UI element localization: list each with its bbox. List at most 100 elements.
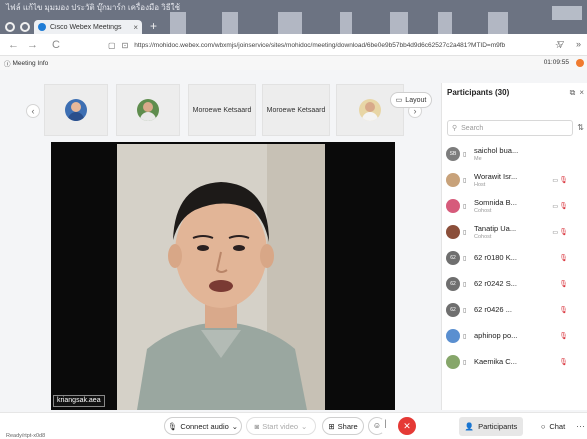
mic-muted-icon[interactable]: 🎙 bbox=[559, 228, 568, 236]
mic-muted-icon[interactable]: 🎙 bbox=[559, 280, 568, 288]
participant-row[interactable]: 62 ▯ 62 r0426 ... 🎙 bbox=[446, 297, 584, 323]
share-button[interactable]: ⊞ Share bbox=[322, 417, 364, 435]
participant-row[interactable]: SB ▯ saichol bua... Me bbox=[446, 141, 584, 167]
participant-text: 62 r0242 S... bbox=[474, 279, 544, 289]
background-bar bbox=[278, 12, 302, 34]
tab-title: Cisco Webex Meetings bbox=[50, 23, 122, 31]
meeting-info-label[interactable]: Meeting Info bbox=[13, 60, 49, 67]
camera-icon: ▭ bbox=[552, 177, 558, 184]
forward-button[interactable]: → bbox=[27, 39, 38, 51]
participant-name: Tanatip Ua... bbox=[474, 224, 517, 233]
tile-name: Moroewe Ketsaard bbox=[192, 106, 252, 114]
filmstrip-tile[interactable]: Moroewe Ketsaard bbox=[262, 84, 330, 136]
mic-muted-icon[interactable]: 🎙 bbox=[559, 306, 568, 314]
browser-tab-strip: ไฟล์ แก้ไข มุมมอง ประวัติ บุ๊กมาร์ก เครื… bbox=[0, 0, 587, 34]
participant-text: Kaemika C... bbox=[474, 357, 544, 367]
url-field[interactable]: ▢ ⊡ https://mohidoc.webex.com/wbxmjs/joi… bbox=[108, 38, 563, 52]
start-video-button[interactable]: ◙ Start video ⌄ bbox=[246, 417, 316, 435]
browser-menu-text[interactable]: ไฟล์ แก้ไข มุมมอง ประวัติ บุ๊กมาร์ก เครื… bbox=[6, 1, 180, 14]
participant-avatar bbox=[359, 99, 381, 121]
mic-muted-icon[interactable]: 🎙 bbox=[559, 202, 568, 210]
device-icon: ▯ bbox=[463, 281, 467, 288]
device-icon: ▯ bbox=[463, 151, 467, 158]
mic-muted-icon[interactable]: 🎙 bbox=[559, 176, 568, 184]
new-tab-button[interactable]: + bbox=[150, 19, 157, 33]
participant-row[interactable]: 62 ▯ 62 r0242 S... 🎙 bbox=[446, 271, 584, 297]
background-bar bbox=[340, 12, 352, 34]
status-text: Ready/rtpt-x0d8 bbox=[6, 433, 46, 439]
participant-row[interactable]: ▯ Kaemika C... 🎙 bbox=[446, 349, 584, 375]
mic-muted-icon[interactable]: 🎙 bbox=[559, 358, 568, 366]
chat-icon: ○ bbox=[540, 422, 546, 431]
info-icon[interactable]: ⓘ bbox=[4, 58, 11, 68]
participant-row[interactable]: ▯ Tanatip Ua... Cohost ▭ 🎙 bbox=[446, 219, 584, 245]
panel-title: Participants (30) bbox=[447, 88, 510, 97]
participant-name: Kaemika C... bbox=[474, 357, 517, 366]
chevron-down-icon: ⌄ bbox=[301, 421, 308, 431]
participant-name: Worawit Isr... bbox=[474, 172, 518, 181]
participant-row[interactable]: 62 ▯ 62 r0180 K... 🎙 bbox=[446, 245, 584, 271]
participant-name: aphinop po... bbox=[474, 331, 518, 340]
participant-name: 62 r0242 S... bbox=[474, 279, 517, 288]
chat-label: Chat bbox=[549, 422, 566, 431]
address-bar: ← → C ▢ ⊡ https://mohidoc.webex.com/wbxm… bbox=[0, 34, 587, 56]
layout-button[interactable]: ▭ Layout bbox=[390, 92, 432, 108]
meeting-info-bar: ⓘ Meeting Info 01:09:55 bbox=[0, 56, 587, 70]
pocket-icon[interactable]: ▽ bbox=[557, 39, 564, 50]
tile-name: Moroewe Ketsaard bbox=[266, 106, 326, 114]
participant-avatar bbox=[137, 99, 159, 121]
search-placeholder: Search bbox=[461, 124, 484, 132]
start-video-label: Start video bbox=[262, 421, 299, 431]
webex-favicon-icon bbox=[38, 23, 46, 31]
participant-row[interactable]: ▯ Worawit Isr... Host ▭ 🎙 bbox=[446, 167, 584, 193]
overflow-icon[interactable]: » bbox=[576, 39, 581, 50]
participant-avatar: 62 bbox=[446, 251, 460, 265]
layout-icon: ▭ bbox=[395, 97, 403, 104]
participant-search-input[interactable]: ⚲ Search bbox=[447, 120, 573, 136]
meeting-timer: 01:09:55 bbox=[543, 59, 569, 66]
participant-avatar: 62 bbox=[446, 277, 460, 291]
filmstrip-tile[interactable] bbox=[116, 84, 180, 136]
participant-role: Me bbox=[474, 156, 482, 162]
participant-avatar bbox=[446, 355, 460, 369]
camera-icon: ▭ bbox=[552, 203, 558, 210]
reload-button[interactable]: C bbox=[52, 39, 60, 51]
popout-icon[interactable]: ⧉ bbox=[570, 88, 576, 98]
filmstrip-prev-button[interactable]: ‹ bbox=[26, 104, 40, 118]
device-icon: ▯ bbox=[463, 203, 467, 210]
panel-controls: ⧉ × bbox=[570, 88, 584, 98]
device-icon: ▯ bbox=[463, 359, 467, 366]
filmstrip-tile[interactable]: Moroewe Ketsaard bbox=[188, 84, 256, 136]
connect-audio-button[interactable]: 🎙 Connect audio ⌄ bbox=[164, 417, 242, 435]
filmstrip-tile[interactable] bbox=[44, 84, 108, 136]
window-control-icon[interactable] bbox=[20, 22, 30, 32]
participants-button[interactable]: 👤 Participants bbox=[459, 417, 523, 436]
layout-label: Layout bbox=[405, 96, 427, 104]
close-icon[interactable]: × bbox=[579, 88, 584, 98]
mic-muted-icon[interactable]: 🎙 bbox=[559, 332, 568, 340]
background-bar bbox=[438, 12, 452, 34]
meeting-toolbar: Ready/rtpt-x0d8 🎙 Connect audio ⌄ ◙ Star… bbox=[0, 412, 587, 439]
more-options-button[interactable]: ··· bbox=[576, 421, 585, 431]
back-button[interactable]: ← bbox=[8, 39, 19, 51]
separator: │ bbox=[380, 417, 392, 435]
connect-audio-label: Connect audio bbox=[180, 421, 229, 431]
participant-row[interactable]: ▯ aphinop po... 🎙 bbox=[446, 323, 584, 349]
participant-role: Cohost bbox=[474, 208, 492, 214]
leave-meeting-button[interactable]: ✕ bbox=[398, 417, 416, 435]
url-text: https://mohidoc.webex.com/wbxmjs/joinser… bbox=[134, 41, 506, 49]
participant-row[interactable]: ▯ Somnida B... Cohost ▭ 🎙 bbox=[446, 193, 584, 219]
participant-name: 62 r0180 K... bbox=[474, 253, 517, 262]
recording-dot-icon bbox=[576, 59, 584, 67]
chat-button[interactable]: ○ Chat bbox=[531, 417, 575, 436]
tab-close-icon[interactable]: × bbox=[133, 23, 138, 32]
window-control-icon[interactable] bbox=[5, 22, 15, 32]
participant-name: Somnida B... bbox=[474, 198, 517, 207]
browser-tab[interactable]: Cisco Webex Meetings × bbox=[34, 20, 142, 34]
participant-text: Worawit Isr... Host bbox=[474, 172, 544, 188]
mic-muted-icon[interactable]: 🎙 bbox=[559, 254, 568, 262]
window-controls[interactable] bbox=[552, 6, 582, 20]
participant-text: Tanatip Ua... Cohost bbox=[474, 224, 544, 240]
sort-icon[interactable]: ⇅ bbox=[577, 123, 584, 132]
participant-text: Somnida B... Cohost bbox=[474, 198, 544, 214]
